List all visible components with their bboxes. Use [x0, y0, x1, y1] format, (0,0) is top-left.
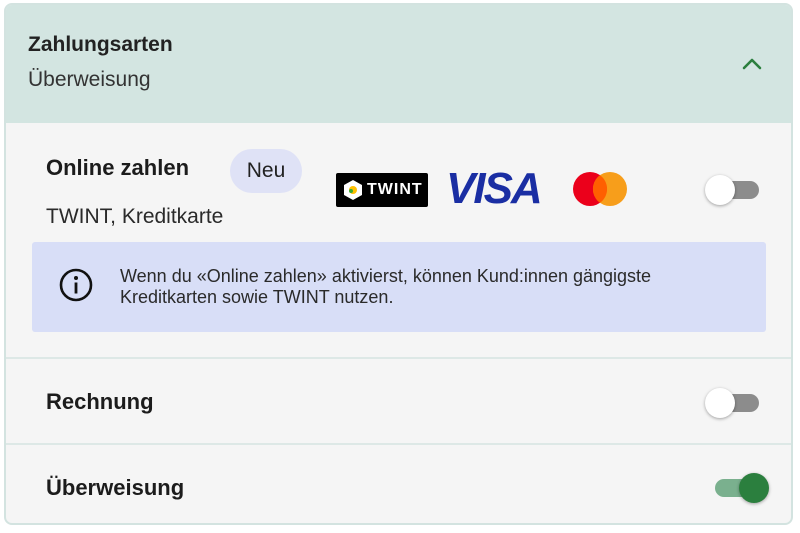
- visa-logo: VISA: [446, 164, 543, 213]
- bank-transfer-row: Überweisung: [6, 443, 791, 523]
- online-payment-row: Online zahlen Neu TWINT, Kreditkarte TWI…: [6, 123, 791, 357]
- invoice-label: Rechnung: [46, 389, 154, 414]
- chevron-up-icon[interactable]: [740, 52, 764, 76]
- invoice-row: Rechnung: [6, 357, 791, 443]
- bank-transfer-toggle[interactable]: [711, 470, 769, 506]
- mastercard-logo: [571, 170, 629, 208]
- twint-logo: TWINT: [336, 173, 428, 207]
- new-badge: Neu: [230, 149, 302, 193]
- toggle-knob: [739, 473, 769, 503]
- online-payment-toggle[interactable]: [705, 172, 763, 208]
- online-payment-info-text: Wenn du «Online zahlen» aktivierst, könn…: [120, 266, 652, 307]
- toggle-knob: [705, 175, 735, 205]
- invoice-toggle[interactable]: [705, 385, 763, 421]
- info-icon: [59, 268, 93, 302]
- online-payment-info-box: Wenn du «Online zahlen» aktivierst, könn…: [32, 242, 766, 332]
- online-payment-subtitle: TWINT, Kreditkarte: [46, 205, 224, 228]
- section-title: Zahlungsarten: [28, 33, 173, 56]
- payment-methods-header[interactable]: Zahlungsarten Überweisung: [6, 5, 791, 123]
- bank-transfer-label: Überweisung: [46, 475, 185, 500]
- toggle-knob: [705, 388, 735, 418]
- selected-method-summary: Überweisung: [28, 68, 151, 91]
- payment-methods-card: Zahlungsarten Überweisung Online zahlen …: [4, 3, 793, 525]
- twint-logo-text: TWINT: [367, 181, 423, 198]
- online-payment-label: Online zahlen: [46, 155, 190, 180]
- twint-mark-icon: [344, 180, 362, 200]
